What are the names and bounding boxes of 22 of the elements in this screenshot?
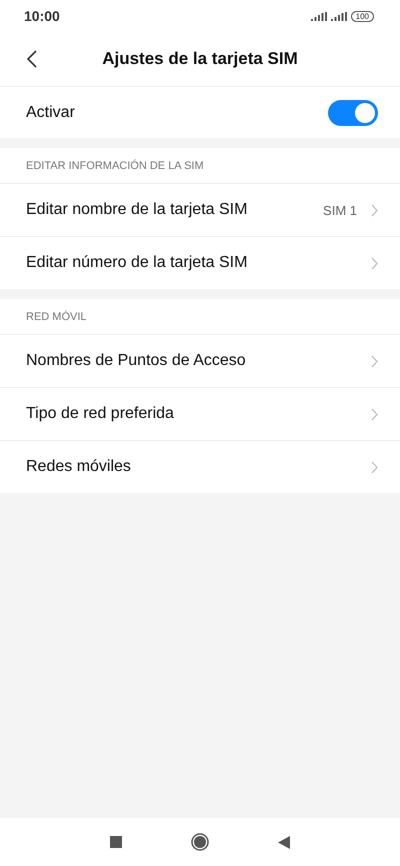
setting-label: Activar [26, 104, 75, 122]
section-header: RED MÓVIL [26, 310, 87, 322]
back-icon[interactable] [27, 50, 37, 68]
chevron-icon [371, 460, 378, 474]
settings-item[interactable]: Redes móviles [0, 440, 400, 493]
back-icon[interactable] [278, 836, 290, 848]
settings-item[interactable]: Nombres de Puntos de Acceso [0, 334, 400, 387]
chevron-icon [371, 354, 378, 368]
signal-icon [330, 12, 347, 20]
section-header: EDITAR INFORMACIÓN DE LA SIM [26, 160, 204, 172]
page-title: Ajustes de la tarjeta SIM [102, 49, 298, 69]
settings-item[interactable]: Tipo de red preferida [0, 387, 400, 440]
chevron-icon [371, 256, 378, 270]
status-time: 10:00 [24, 8, 60, 24]
chevron-icon [371, 204, 378, 216]
chevron-icon [371, 408, 378, 420]
settings-item[interactable]: Editar número de la tarjeta SIM [0, 236, 400, 289]
home-icon[interactable] [191, 833, 209, 851]
toggle-switch[interactable] [328, 100, 378, 126]
settings-item[interactable]: Editar nombre de la tarjeta SIM SIM 1 [0, 183, 400, 236]
signal-icon [310, 12, 327, 20]
battery-indicator: 100 [350, 10, 374, 22]
